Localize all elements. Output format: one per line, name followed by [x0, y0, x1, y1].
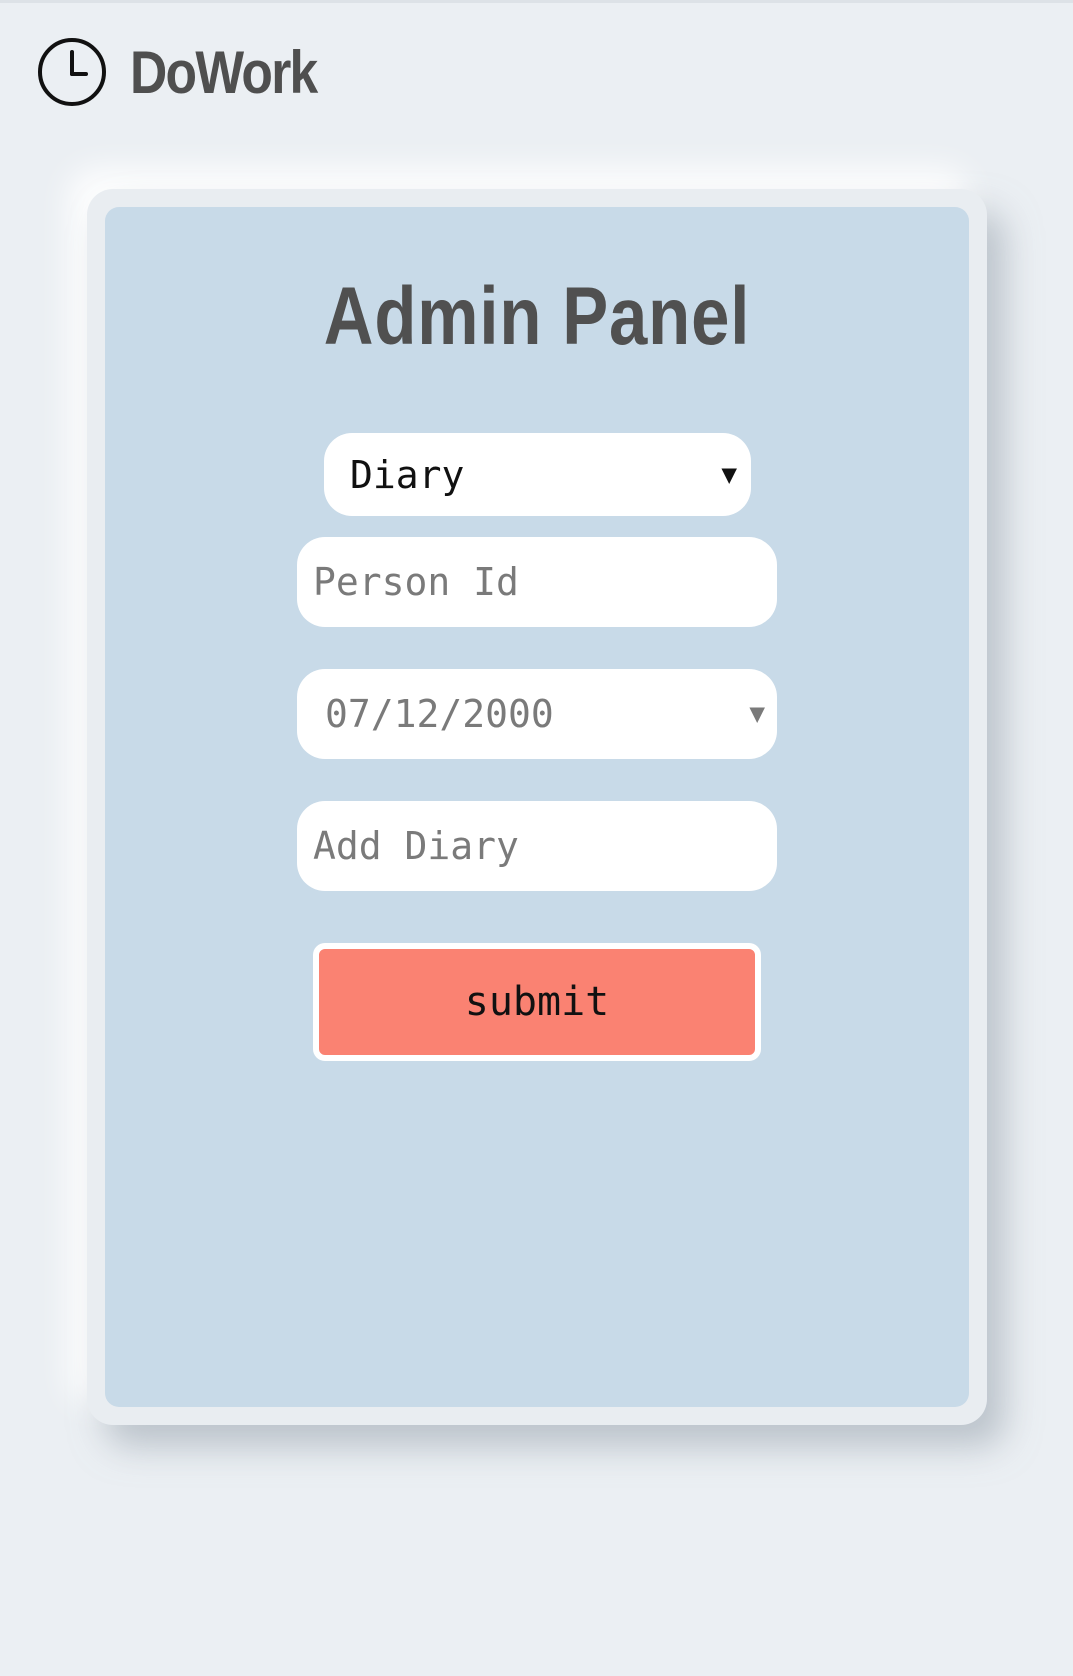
brand-name: DoWork: [130, 38, 318, 106]
top-border: [0, 0, 1073, 3]
add-diary-input[interactable]: Add Diary: [297, 801, 777, 891]
type-select-value: Diary: [350, 452, 465, 497]
add-diary-placeholder: Add Diary: [313, 824, 519, 868]
person-id-placeholder: Person Id: [313, 560, 519, 604]
submit-button[interactable]: submit: [313, 943, 761, 1061]
type-select[interactable]: Diary ▼: [324, 433, 751, 516]
triangle-down-icon: ▼: [721, 459, 737, 490]
clock-icon: [38, 38, 106, 106]
triangle-down-icon[interactable]: ▼: [749, 699, 765, 729]
date-value: 07/12/2000: [325, 692, 554, 736]
person-id-input[interactable]: Person Id: [297, 537, 777, 627]
submit-label: submit: [464, 979, 610, 1025]
panel-title: Admin Panel: [323, 271, 751, 362]
brand[interactable]: DoWork: [36, 36, 347, 108]
date-picker[interactable]: 07/12/2000 ▼: [297, 669, 777, 759]
